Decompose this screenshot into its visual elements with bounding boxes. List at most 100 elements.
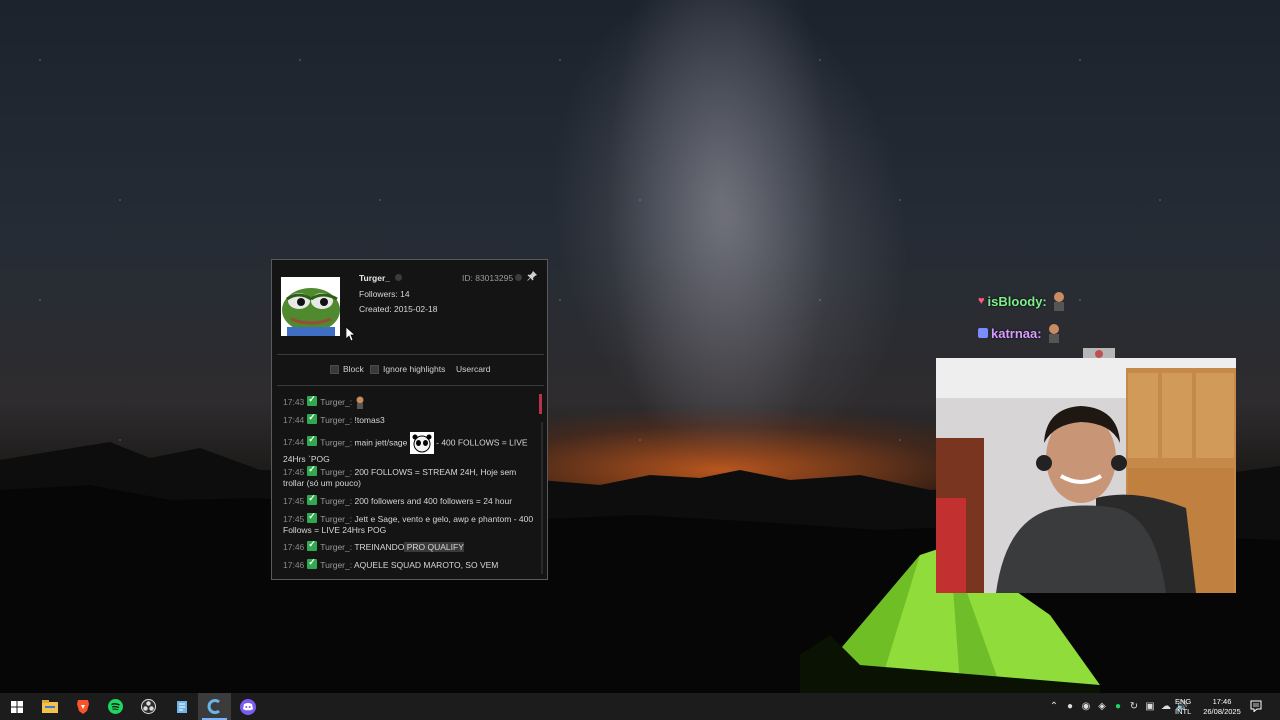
moderator-badge-icon: [307, 412, 318, 424]
checkbox-box[interactable]: [330, 364, 339, 374]
scrollbar-thumb[interactable]: [539, 394, 542, 414]
status-dot-icon: [395, 274, 402, 281]
obs-icon: [141, 699, 156, 714]
windows-start-icon: [10, 700, 23, 713]
taskbar-app-spotify[interactable]: [99, 693, 132, 720]
file-explorer-icon: [41, 700, 58, 713]
spotify-tray-icon[interactable]: ●: [1110, 701, 1126, 712]
block-label: Block: [343, 364, 364, 374]
taskbar-app-notepad[interactable]: [165, 693, 198, 720]
usercard-popup: Turger_ Followers: 14 Created: 2015-02-1…: [271, 259, 548, 580]
emote-icon: [356, 396, 364, 410]
mouse-cursor-icon: [346, 327, 356, 341]
timestamp: 17:46: [283, 542, 305, 552]
moderator-badge-icon: [307, 434, 318, 447]
timestamp: 17:45: [283, 467, 305, 477]
chat-message[interactable]: 17:45 Turger_: 200 FOLLOWS = STREAM 24H, …: [283, 464, 535, 489]
badge-icon: [978, 328, 988, 338]
taskbar-app-chatterino[interactable]: [198, 693, 231, 720]
timestamp: 17:44: [283, 437, 305, 448]
nickname[interactable]: Turger_:: [320, 514, 352, 524]
overlay-chat-line: ♥ isBloody:: [978, 291, 1068, 311]
user-id[interactable]: ID: 83013295: [462, 273, 513, 283]
nickname[interactable]: Turger_:: [320, 437, 352, 447]
emote-icon: [1053, 292, 1064, 311]
divider: [277, 385, 544, 386]
copy-id-icon[interactable]: [515, 274, 522, 281]
steam-tray-icon[interactable]: ◈: [1094, 701, 1110, 712]
avatar[interactable]: [281, 277, 340, 336]
webcam-image: [936, 358, 1236, 593]
usercard-link[interactable]: Usercard: [456, 364, 490, 374]
pepe-frog-icon: [281, 277, 340, 336]
language-indicator[interactable]: ENG INTL: [1175, 697, 1191, 717]
block-checkbox[interactable]: Block: [330, 364, 364, 374]
chatterino-icon: [207, 699, 220, 714]
clock-date: 26/08/2025: [1203, 707, 1241, 716]
chat-message[interactable]: 17:44Turger_: main jett/sage - 400 FOLLO…: [283, 432, 535, 465]
system-clock[interactable]: 17:46 26/08/2025: [1198, 697, 1246, 717]
ignore-highlights-label: Ignore highlights: [383, 364, 446, 374]
follower-count: Followers: 14: [359, 289, 410, 299]
nickname[interactable]: Turger_:: [320, 542, 352, 552]
spotify-icon: [108, 699, 123, 714]
taskbar-app-file-explorer[interactable]: [33, 693, 66, 720]
chat-message[interactable]: 17:45Turger_: Jett e Sage, vento e gelo,…: [283, 511, 535, 536]
overlay-username: isBloody:: [987, 293, 1047, 309]
selected-text: PRO QUALIFY: [404, 542, 464, 552]
notification-center-icon[interactable]: [1250, 700, 1262, 712]
moderator-badge-icon: [307, 557, 318, 569]
created-date: Created: 2015-02-18: [359, 304, 438, 314]
message-text: AQUELE SQUAD MAROTO, SO VEM: [354, 560, 499, 570]
obs-tray-icon[interactable]: ●: [1062, 701, 1078, 712]
scrollbar-track[interactable]: [541, 422, 543, 574]
timestamp: 17:44: [283, 415, 305, 425]
taskbar-app-obs[interactable]: [132, 693, 165, 720]
chevron-up-icon[interactable]: ⌃: [1046, 701, 1062, 712]
moderator-badge-icon: [307, 511, 318, 523]
nickname[interactable]: Turger_:: [320, 467, 352, 477]
taskbar-app-discord[interactable]: [231, 693, 264, 720]
network-icon[interactable]: ▣: [1142, 701, 1158, 712]
chat-message[interactable]: 17:43 Turger_:: [283, 394, 535, 410]
moderator-badge-icon: [307, 464, 318, 476]
webcam-feed: [936, 358, 1236, 593]
checkbox-box[interactable]: [370, 364, 379, 374]
nickname[interactable]: Turger_:: [320, 496, 352, 506]
chat-message[interactable]: 17:46 Turger_: TREINANDO PRO QUALIFY: [283, 539, 535, 553]
chat-message[interactable]: 17:45 Turger_: 200 followers and 400 foll…: [283, 493, 535, 507]
message-text: main jett/sage: [354, 437, 408, 448]
timestamp: 17:46: [283, 560, 305, 570]
chat-message[interactable]: 17:46 Turger_: AQUELE SQUAD MAROTO, SO VE…: [283, 557, 535, 571]
heart-badge-icon: ♥: [978, 295, 985, 307]
message-text: 200 FOLLOWS = STREAM 24H, Hoje sem troll…: [283, 467, 517, 488]
system-tray: ⌃ ● ◉ ◈ ● ↻ ▣ ☁ 🔊: [1046, 693, 1190, 720]
moderator-badge-icon: [307, 539, 318, 551]
taskbar-app-brave[interactable]: [66, 693, 99, 720]
timestamp: 17:45: [283, 496, 305, 506]
nickname[interactable]: Turger_:: [320, 415, 352, 425]
chatterino-tray-icon[interactable]: ↻: [1126, 701, 1142, 712]
ignore-highlights-checkbox[interactable]: Ignore highlights: [370, 364, 445, 374]
nickname[interactable]: Turger_:: [320, 397, 352, 407]
divider: [277, 354, 544, 355]
pin-icon[interactable]: [527, 271, 537, 281]
message-log: 17:43 Turger_: 17:44 Turger_: !tomas3 17:4…: [280, 392, 535, 578]
overlay-chat-line: katrnaa:: [978, 323, 1063, 343]
language-code: ENG: [1175, 697, 1192, 706]
taskbar: ⌃ ● ◉ ◈ ● ↻ ▣ ☁ 🔊 ENG INTL 17:46 26/08/2…: [0, 693, 1280, 720]
usercard-options: Block Ignore highlights Usercard: [272, 361, 547, 377]
notepad-icon: [176, 700, 187, 713]
moderator-badge-icon: [307, 493, 318, 505]
panda-emote-icon: [409, 432, 434, 454]
start-button[interactable]: [0, 693, 33, 720]
clock-time: 17:46: [1212, 697, 1232, 706]
chat-message[interactable]: 17:44 Turger_: !tomas3: [283, 412, 535, 426]
discord-tray-icon[interactable]: ◉: [1078, 701, 1094, 712]
onedrive-icon[interactable]: ☁: [1158, 701, 1174, 712]
timestamp: 17:43: [283, 397, 305, 407]
discord-icon: [239, 698, 256, 715]
emote-icon: [1083, 348, 1115, 358]
nickname[interactable]: Turger_:: [320, 560, 352, 570]
username[interactable]: Turger_: [359, 273, 390, 283]
